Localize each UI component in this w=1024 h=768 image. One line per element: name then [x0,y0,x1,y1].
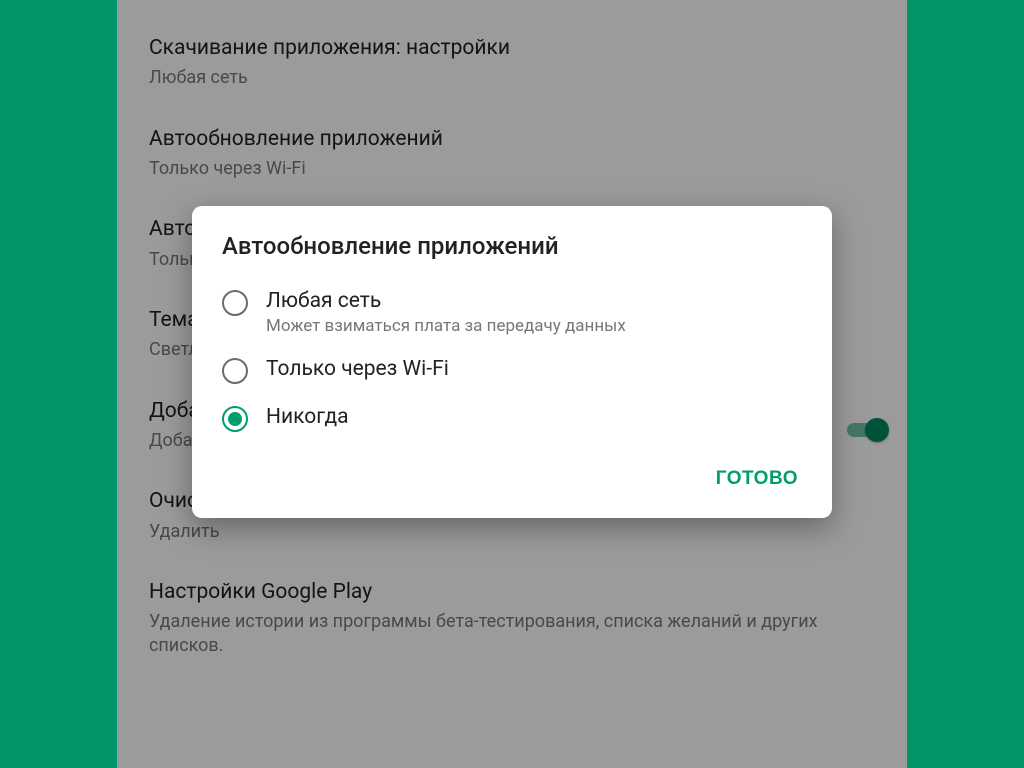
radio-text: Любая сеть Может взиматься плата за пере… [266,288,626,336]
radio-option-wifi-only[interactable]: Только через Wi-Fi [192,346,832,394]
settings-screen: Скачивание приложения: настройки Любая с… [117,0,907,768]
radio-label: Никогда [266,404,349,430]
auto-update-dialog: Автообновление приложений Любая сеть Мож… [192,206,832,518]
radio-icon [222,406,248,432]
radio-text: Только через Wi-Fi [266,356,449,382]
radio-icon [222,290,248,316]
done-button[interactable]: ГОТОВО [704,460,810,498]
dialog-actions: ГОТОВО [192,442,832,508]
radio-option-never[interactable]: Никогда [192,394,832,442]
radio-label: Любая сеть [266,288,626,314]
radio-option-any-network[interactable]: Любая сеть Может взиматься плата за пере… [192,278,832,346]
radio-text: Никогда [266,404,349,430]
radio-label: Только через Wi-Fi [266,356,449,382]
dialog-title: Автообновление приложений [192,232,832,278]
radio-icon [222,358,248,384]
radio-sub: Может взиматься плата за передачу данных [266,316,626,336]
